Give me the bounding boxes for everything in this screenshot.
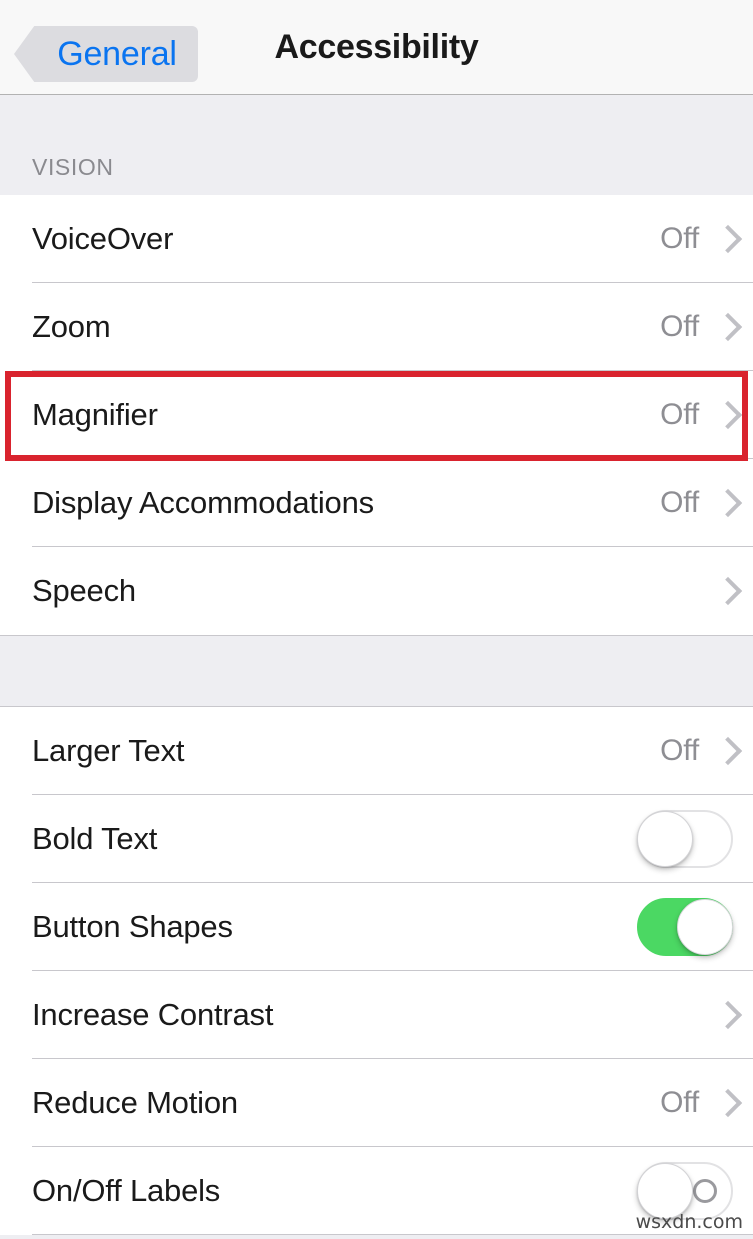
settings-row-on-off-labels[interactable]: On/Off Labels <box>0 1147 753 1235</box>
settings-row-larger-text[interactable]: Larger Text Off <box>0 707 753 795</box>
settings-table: VISION VoiceOver Off Zoom Off Magnifier … <box>0 95 753 1239</box>
toggle-knob <box>677 899 733 955</box>
navigation-bar: General Accessibility <box>0 0 753 95</box>
settings-row-increase-contrast[interactable]: Increase Contrast <box>0 971 753 1059</box>
row-label: On/Off Labels <box>32 1173 221 1208</box>
row-label: Larger Text <box>32 733 185 768</box>
row-value: Off <box>660 310 699 343</box>
settings-row-bold-text[interactable]: Bold Text <box>0 795 753 883</box>
section-header-label: VISION <box>32 154 114 180</box>
row-label: VoiceOver <box>32 221 174 256</box>
row-value: Off <box>660 1086 699 1119</box>
section-header-vision: VISION <box>0 95 753 195</box>
settings-row-zoom[interactable]: Zoom Off <box>0 283 753 371</box>
row-value: Off <box>660 222 699 255</box>
row-accessory <box>699 577 733 605</box>
row-accessory: Off <box>660 734 733 768</box>
off-label-circle-icon <box>693 1179 717 1203</box>
row-accessory <box>637 1162 733 1220</box>
row-separator <box>32 1234 753 1235</box>
chevron-right-icon <box>717 225 733 253</box>
chevron-right-icon <box>717 737 733 765</box>
row-value: Off <box>660 734 699 767</box>
settings-row-reduce-motion[interactable]: Reduce Motion Off <box>0 1059 753 1147</box>
row-accessory <box>637 898 733 956</box>
row-label: Reduce Motion <box>32 1085 238 1120</box>
chevron-right-icon <box>717 489 733 517</box>
row-label: Display Accommodations <box>32 485 374 520</box>
chevron-right-icon <box>717 577 733 605</box>
row-label: Button Shapes <box>32 909 233 944</box>
settings-row-display-accommodations[interactable]: Display Accommodations Off <box>0 459 753 547</box>
row-accessory <box>637 810 733 868</box>
settings-row-magnifier[interactable]: Magnifier Off <box>0 371 753 459</box>
back-button-general[interactable]: General <box>14 26 198 82</box>
chevron-right-icon <box>717 401 733 429</box>
row-accessory: Off <box>660 398 733 432</box>
row-label: Zoom <box>32 309 111 344</box>
settings-row-speech[interactable]: Speech <box>0 547 753 635</box>
toggle-knob <box>637 1163 693 1219</box>
accessibility-settings-screen: General Accessibility VISION VoiceOver O… <box>0 0 753 1239</box>
chevron-right-icon <box>717 1001 733 1029</box>
settings-row-voiceover[interactable]: VoiceOver Off <box>0 195 753 283</box>
section-gap <box>0 635 753 707</box>
row-label: Speech <box>32 573 136 608</box>
settings-group-vision: VoiceOver Off Zoom Off Magnifier Off Dis… <box>0 195 753 635</box>
chevron-right-icon <box>717 313 733 341</box>
row-accessory: Off <box>660 222 733 256</box>
row-label: Increase Contrast <box>32 997 274 1032</box>
back-button-label: General <box>57 34 177 73</box>
row-value: Off <box>660 486 699 519</box>
row-value: Off <box>660 398 699 431</box>
row-accessory: Off <box>660 486 733 520</box>
toggle-switch-icon-button-shapes[interactable] <box>637 898 733 956</box>
toggle-switch-icon-on-off-labels[interactable] <box>637 1162 733 1220</box>
row-label: Bold Text <box>32 821 158 856</box>
toggle-switch-icon-bold-text[interactable] <box>637 810 733 868</box>
row-accessory: Off <box>660 310 733 344</box>
chevron-right-icon <box>717 1089 733 1117</box>
settings-row-button-shapes[interactable]: Button Shapes <box>0 883 753 971</box>
settings-group-display: Larger Text Off Bold Text Button Shapes <box>0 707 753 1235</box>
row-accessory <box>699 1001 733 1029</box>
row-label: Magnifier <box>32 397 158 432</box>
row-accessory: Off <box>660 1086 733 1120</box>
toggle-knob <box>637 811 693 867</box>
